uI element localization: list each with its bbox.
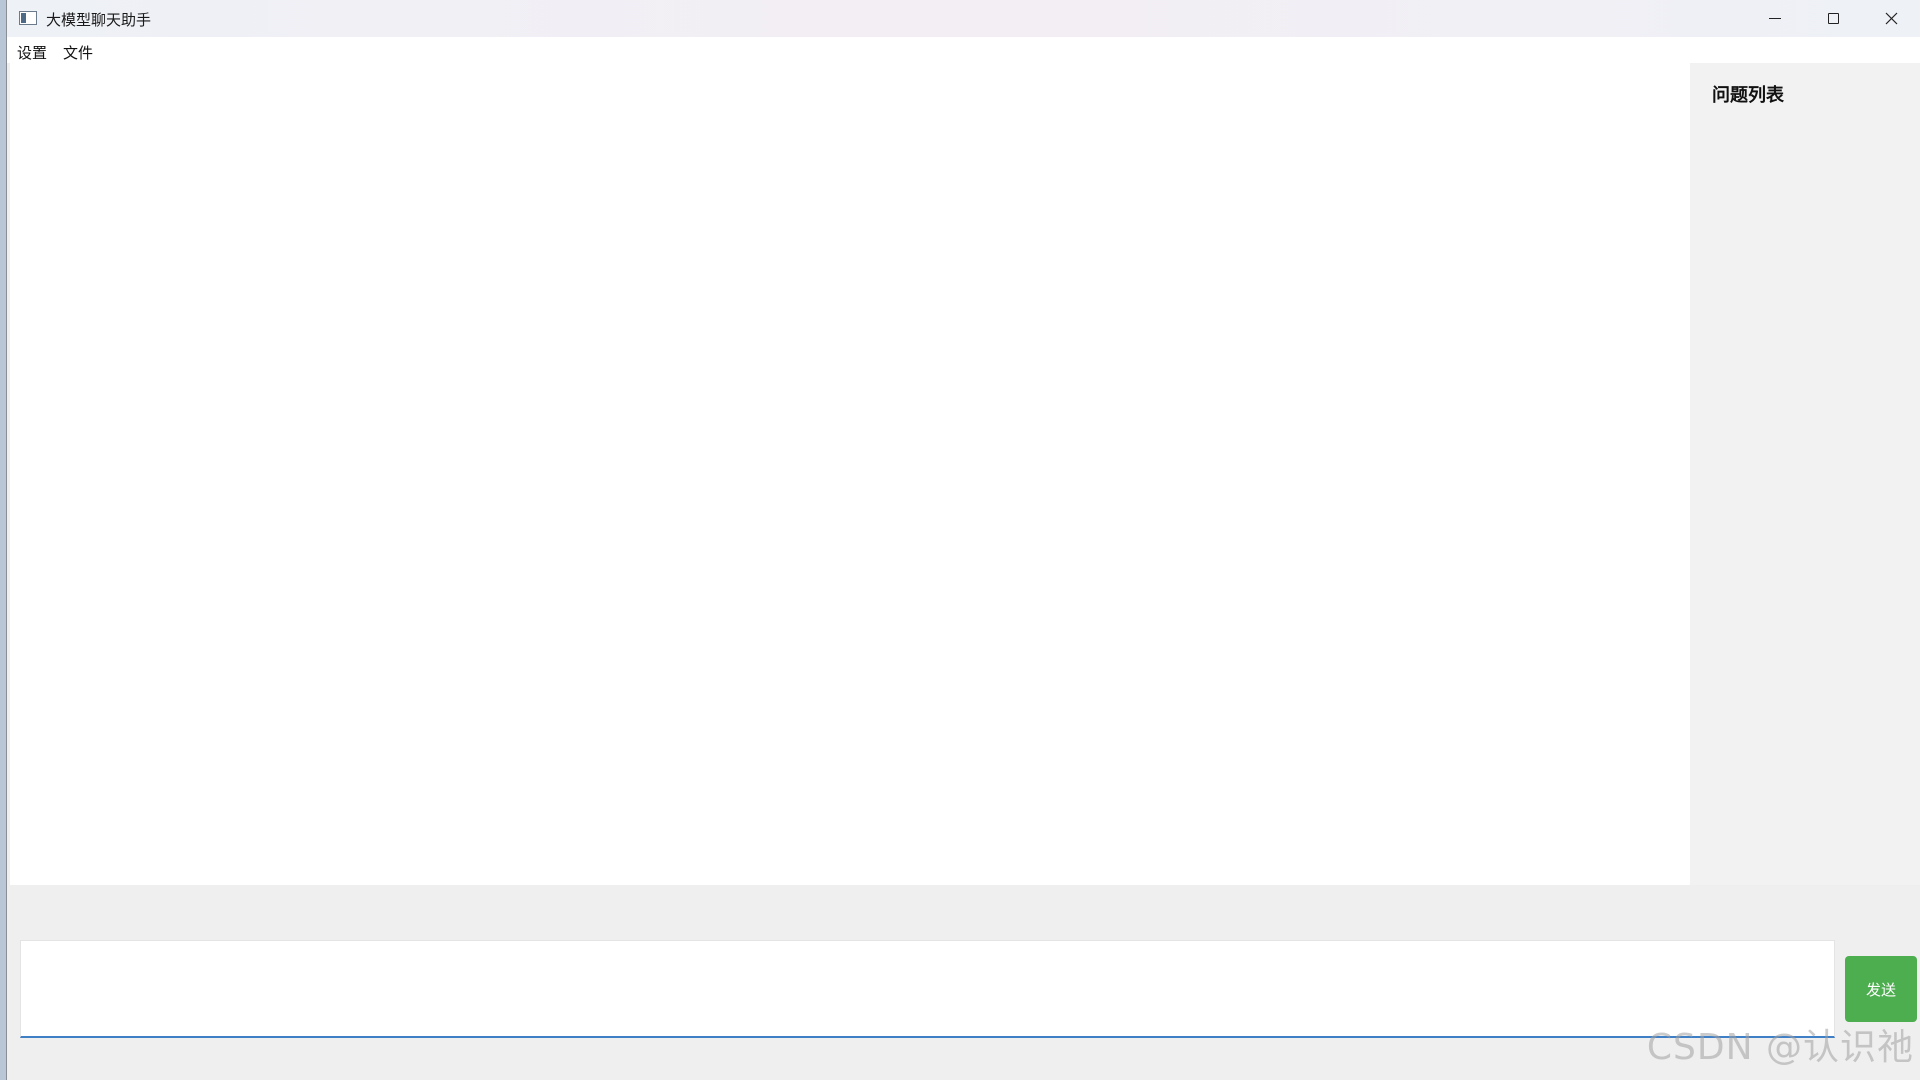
- close-icon: [1885, 12, 1897, 25]
- app-window-icon: [19, 11, 37, 25]
- question-list-title: 问题列表: [1712, 85, 1784, 106]
- app-window: 大模型聊天助手 设置 文件 问题列表 发送 CSDN @认识祂: [6, 0, 1920, 1080]
- title-bar[interactable]: 大模型聊天助手: [7, 0, 1920, 37]
- maximize-button[interactable]: [1804, 0, 1862, 37]
- menu-bar: 设置 文件: [7, 37, 1920, 63]
- minimize-icon: [1769, 18, 1781, 19]
- window-title: 大模型聊天助手: [46, 11, 152, 29]
- message-input[interactable]: [20, 940, 1835, 1038]
- menu-item-settings[interactable]: 设置: [17, 42, 47, 63]
- question-list-panel: 问题列表: [1690, 63, 1920, 885]
- minimize-button[interactable]: [1746, 0, 1804, 37]
- maximize-icon: [1827, 13, 1839, 24]
- menu-item-file[interactable]: 文件: [63, 42, 93, 63]
- chat-display-area[interactable]: [10, 63, 1690, 885]
- send-button[interactable]: 发送: [1845, 956, 1917, 1022]
- close-button[interactable]: [1862, 0, 1920, 37]
